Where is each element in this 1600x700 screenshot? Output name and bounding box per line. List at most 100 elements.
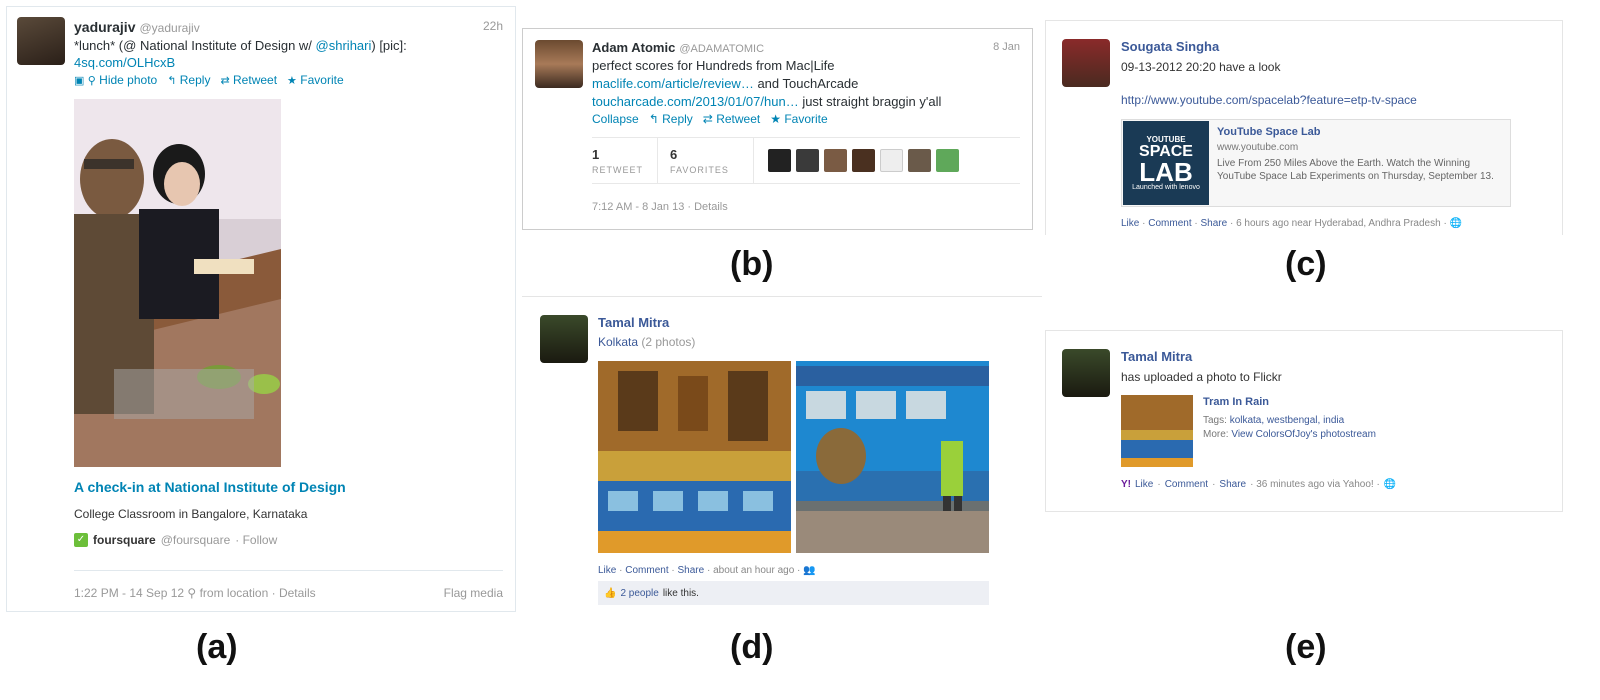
from-location-link[interactable]: from location — [200, 586, 269, 600]
tweet-timestamp[interactable]: 1:22 PM - 14 Sep 12 — [74, 586, 184, 600]
photo-tags: Tags: kolkata, westbengal, india — [1203, 415, 1345, 426]
photo-more: More: View ColorsOfJoy's photostream — [1203, 429, 1376, 440]
favoriter-avatar[interactable] — [851, 149, 875, 172]
follow-link[interactable]: · Follow — [235, 533, 277, 547]
post-footer: Y! Like · Comment · Share · 36 minutes a… — [1121, 479, 1397, 490]
retweet-button[interactable]: ⇄ Retweet — [220, 73, 277, 87]
share-link[interactable]: Share — [678, 565, 705, 576]
photo-icon: ▣ — [74, 75, 85, 87]
favoriter-avatar[interactable] — [935, 149, 959, 172]
thumbs-up-icon: 👍 — [604, 587, 617, 599]
shared-url-link[interactable]: http://www.youtube.com/spacelab?feature=… — [1121, 93, 1417, 107]
favoriter-avatar[interactable] — [823, 149, 847, 172]
album-photo[interactable] — [598, 361, 791, 553]
like-link[interactable]: Like — [598, 565, 616, 576]
card-title[interactable]: YouTube Space Lab — [1217, 126, 1321, 138]
photo-title-link[interactable]: Tram In Rain — [1203, 396, 1269, 408]
favorite-count[interactable]: 6 FAVORITES — [670, 138, 754, 183]
share-link[interactable]: Share — [1201, 218, 1228, 229]
tweet-panel-a: yadurajiv @yadurajiv 22h *lunch* (@ Natio… — [6, 6, 516, 612]
hide-photo-button[interactable]: ▣ ⚲ Hide photo — [74, 73, 157, 87]
post-meta: · 36 minutes ago via Yahoo! · — [1250, 479, 1380, 490]
tags-links[interactable]: kolkata, westbengal, india — [1230, 415, 1345, 426]
likes-summary: 👍 2 people like this. — [598, 581, 989, 605]
photostream-link[interactable]: View ColorsOfJoy's photostream — [1231, 429, 1376, 440]
fb-post-e: Tamal Mitra has uploaded a photo to Flic… — [1045, 330, 1563, 512]
friends-icon: 👥 — [803, 565, 816, 576]
album-photo[interactable] — [796, 361, 989, 553]
card-description: Live From 250 Miles Above the Earth. Wat… — [1217, 158, 1494, 182]
collapse-button[interactable]: Collapse — [592, 112, 639, 126]
checkin-title-link[interactable]: A check-in at National Institute of Desi… — [74, 479, 346, 495]
album-info: Kolkata (2 photos) — [598, 335, 696, 349]
favorite-button[interactable]: ★ Favorite — [770, 112, 827, 126]
post-author[interactable]: Sougata Singha — [1121, 39, 1219, 54]
tweet-time[interactable]: 22h — [483, 19, 503, 33]
favoriter-avatar[interactable] — [767, 149, 791, 172]
avatar[interactable] — [17, 17, 65, 65]
tweet-actions: Collapse ↰ Reply ⇄ Retweet ★ Favorite — [592, 112, 828, 126]
favoriter-avatar[interactable] — [907, 149, 931, 172]
avatar[interactable] — [535, 40, 583, 88]
avatar[interactable] — [1062, 39, 1110, 87]
checkin-location: College Classroom in Bangalore, Karnatak… — [74, 507, 308, 521]
globe-icon: 🌐 — [1383, 479, 1397, 490]
tweet-author[interactable]: Adam Atomic @ADAMATOMIC — [592, 40, 764, 55]
maclife-link[interactable]: maclife.com/article/review… — [592, 76, 754, 91]
avatar[interactable] — [1062, 349, 1110, 397]
toucharcade-link[interactable]: toucharcade.com/2013/01/07/hun… — [592, 94, 799, 109]
post-message: 09-13-2012 20:20 have a look — [1121, 60, 1281, 74]
tweet-actions: ▣ ⚲ Hide photo ↰ Reply ⇄ Retweet ★ Favor… — [74, 73, 344, 87]
post-footer: Like · Comment · Share · about an hour a… — [598, 565, 816, 576]
mention-link[interactable]: @shrihari — [316, 38, 372, 53]
post-author[interactable]: Tamal Mitra — [1121, 349, 1192, 364]
caption-e: (e) — [1285, 628, 1327, 666]
favoriter-avatar[interactable] — [795, 149, 819, 172]
share-link[interactable]: Share — [1219, 479, 1246, 490]
divider — [74, 570, 503, 571]
like-link[interactable]: Like — [1121, 218, 1139, 229]
likers-link[interactable]: 2 people — [620, 588, 658, 599]
tweet-handle: @yadurajiv — [139, 21, 200, 35]
album-link[interactable]: Kolkata — [598, 335, 638, 349]
card-domain: www.youtube.com — [1217, 142, 1299, 153]
favoriters-list — [767, 149, 959, 172]
link-preview-card[interactable]: YOUTUBE SPACE LAB Launched with lenovo Y… — [1121, 119, 1511, 207]
star-icon: ★ — [770, 112, 781, 126]
avatar[interactable] — [540, 315, 588, 363]
like-link[interactable]: Like — [1135, 479, 1153, 490]
flag-media-link[interactable]: Flag media — [444, 586, 503, 600]
checkin-link[interactable]: 4sq.com/OLHcxB — [74, 55, 175, 70]
retweet-button[interactable]: ⇄ Retweet — [703, 112, 760, 126]
retweet-icon: ⇄ — [220, 75, 230, 87]
tweet-time[interactable]: 8 Jan — [993, 41, 1020, 53]
tweet-photo[interactable] — [74, 99, 281, 467]
reply-icon: ↰ — [648, 112, 659, 126]
tweet-author[interactable]: yadurajiv @yadurajiv — [74, 19, 200, 35]
caption-d: (d) — [730, 628, 774, 666]
post-footer: Like · Comment · Share · 6 hours ago nea… — [1121, 218, 1463, 229]
comment-link[interactable]: Comment — [1165, 479, 1208, 490]
tweet-footer: 1:22 PM - 14 Sep 12 ⚲ from location · De… — [74, 586, 316, 600]
tweet-text: *lunch* (@ National Institute of Design … — [74, 38, 407, 70]
favorite-button[interactable]: ★ Favorite — [287, 73, 344, 87]
location-pin-icon: ⚲ — [87, 75, 96, 87]
post-author[interactable]: Tamal Mitra — [598, 315, 669, 330]
comment-link[interactable]: Comment — [1148, 218, 1191, 229]
comment-link[interactable]: Comment — [625, 565, 668, 576]
youtube-space-lab-thumbnail[interactable]: YOUTUBE SPACE LAB Launched with lenovo — [1123, 121, 1209, 205]
retweet-count[interactable]: 1 RETWEET — [592, 138, 658, 183]
favoriter-avatar[interactable] — [879, 149, 903, 172]
details-link[interactable]: · Details — [272, 586, 316, 600]
tweet-text: perfect scores for Hundreds from Mac|Lif… — [592, 58, 942, 109]
post-meta: · 6 hours ago near Hyderabad, Andhra Pra… — [1229, 218, 1447, 229]
globe-icon: 🌐 — [1449, 218, 1463, 229]
reply-button[interactable]: ↰ Reply — [649, 112, 693, 126]
caption-b: (b) — [730, 245, 774, 283]
reply-button[interactable]: ↰ Reply — [167, 73, 210, 87]
app-name[interactable]: foursquare — [93, 533, 156, 547]
flickr-photo-thumbnail[interactable] — [1121, 395, 1193, 467]
tweet-footer[interactable]: 7:12 AM - 8 Jan 13 · Details — [592, 201, 728, 213]
app-attribution: ✓ foursquare @foursquare · Follow — [74, 533, 277, 547]
star-icon: ★ — [287, 75, 297, 87]
